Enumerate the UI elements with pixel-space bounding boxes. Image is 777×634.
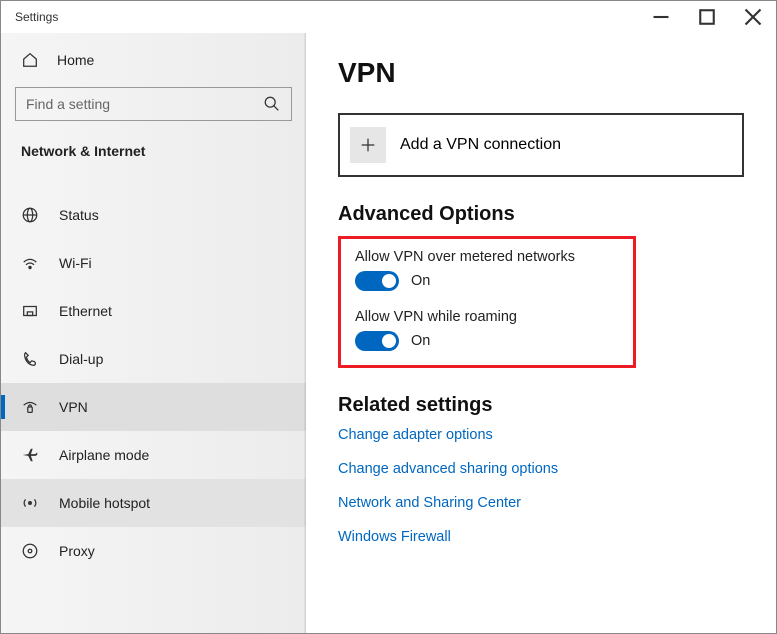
link-network-center[interactable]: Network and Sharing Center (338, 495, 744, 511)
highlight-box: Allow VPN over metered networks On Allow… (338, 236, 636, 368)
add-vpn-label: Add a VPN connection (400, 136, 561, 154)
link-windows-firewall[interactable]: Windows Firewall (338, 529, 744, 545)
search-input[interactable]: Find a setting (15, 87, 292, 121)
related-settings-title: Related settings (338, 394, 744, 417)
sidebar-item-proxy[interactable]: Proxy (1, 527, 306, 575)
metered-state: On (411, 273, 430, 289)
home-icon (21, 51, 39, 69)
sidebar-item-ethernet[interactable]: Ethernet (1, 287, 306, 335)
window-title: Settings (15, 10, 58, 24)
search-placeholder: Find a setting (26, 96, 110, 112)
nav-label: Mobile hotspot (59, 495, 150, 511)
vpn-icon (21, 398, 39, 416)
sidebar-item-status[interactable]: Status (1, 191, 306, 239)
phone-icon (21, 350, 39, 368)
ethernet-icon (21, 302, 39, 320)
proxy-icon (21, 542, 39, 560)
hotspot-icon (21, 494, 39, 512)
window-controls (638, 1, 776, 33)
search-icon (263, 95, 281, 113)
titlebar: Settings (1, 1, 776, 33)
sidebar-item-wifi[interactable]: Wi-Fi (1, 239, 306, 287)
wifi-icon (21, 254, 39, 272)
section-label: Network & Internet (1, 135, 306, 179)
metered-label: Allow VPN over metered networks (355, 249, 619, 265)
roaming-label: Allow VPN while roaming (355, 309, 619, 325)
close-button[interactable] (730, 1, 776, 33)
link-adapter-options[interactable]: Change adapter options (338, 427, 744, 443)
maximize-button[interactable] (684, 1, 730, 33)
sidebar-home[interactable]: Home (1, 33, 306, 79)
metered-toggle[interactable] (355, 271, 399, 291)
plus-icon (350, 127, 386, 163)
home-label: Home (57, 52, 94, 68)
nav-label: Dial-up (59, 351, 103, 367)
sidebar-item-vpn[interactable]: VPN (1, 383, 306, 431)
sidebar-item-dialup[interactable]: Dial-up (1, 335, 306, 383)
nav-label: Wi-Fi (59, 255, 92, 271)
nav-label: Proxy (59, 543, 95, 559)
link-sharing-options[interactable]: Change advanced sharing options (338, 461, 744, 477)
page-title: VPN (338, 57, 744, 89)
nav-label: Status (59, 207, 99, 223)
nav-label: Airplane mode (59, 447, 149, 463)
advanced-options-title: Advanced Options (338, 203, 744, 226)
roaming-state: On (411, 333, 430, 349)
nav-label: Ethernet (59, 303, 112, 319)
minimize-button[interactable] (638, 1, 684, 33)
sidebar-item-airplane[interactable]: Airplane mode (1, 431, 306, 479)
sidebar-item-hotspot[interactable]: Mobile hotspot (1, 479, 306, 527)
globe-icon (21, 206, 39, 224)
selection-indicator (1, 395, 5, 419)
main-content: VPN Add a VPN connection Advanced Option… (306, 33, 776, 633)
roaming-toggle[interactable] (355, 331, 399, 351)
airplane-icon (21, 446, 39, 464)
nav-label: VPN (59, 399, 88, 415)
sidebar: Home Find a setting Network & Internet S… (1, 33, 306, 633)
add-vpn-button[interactable]: Add a VPN connection (338, 113, 744, 177)
